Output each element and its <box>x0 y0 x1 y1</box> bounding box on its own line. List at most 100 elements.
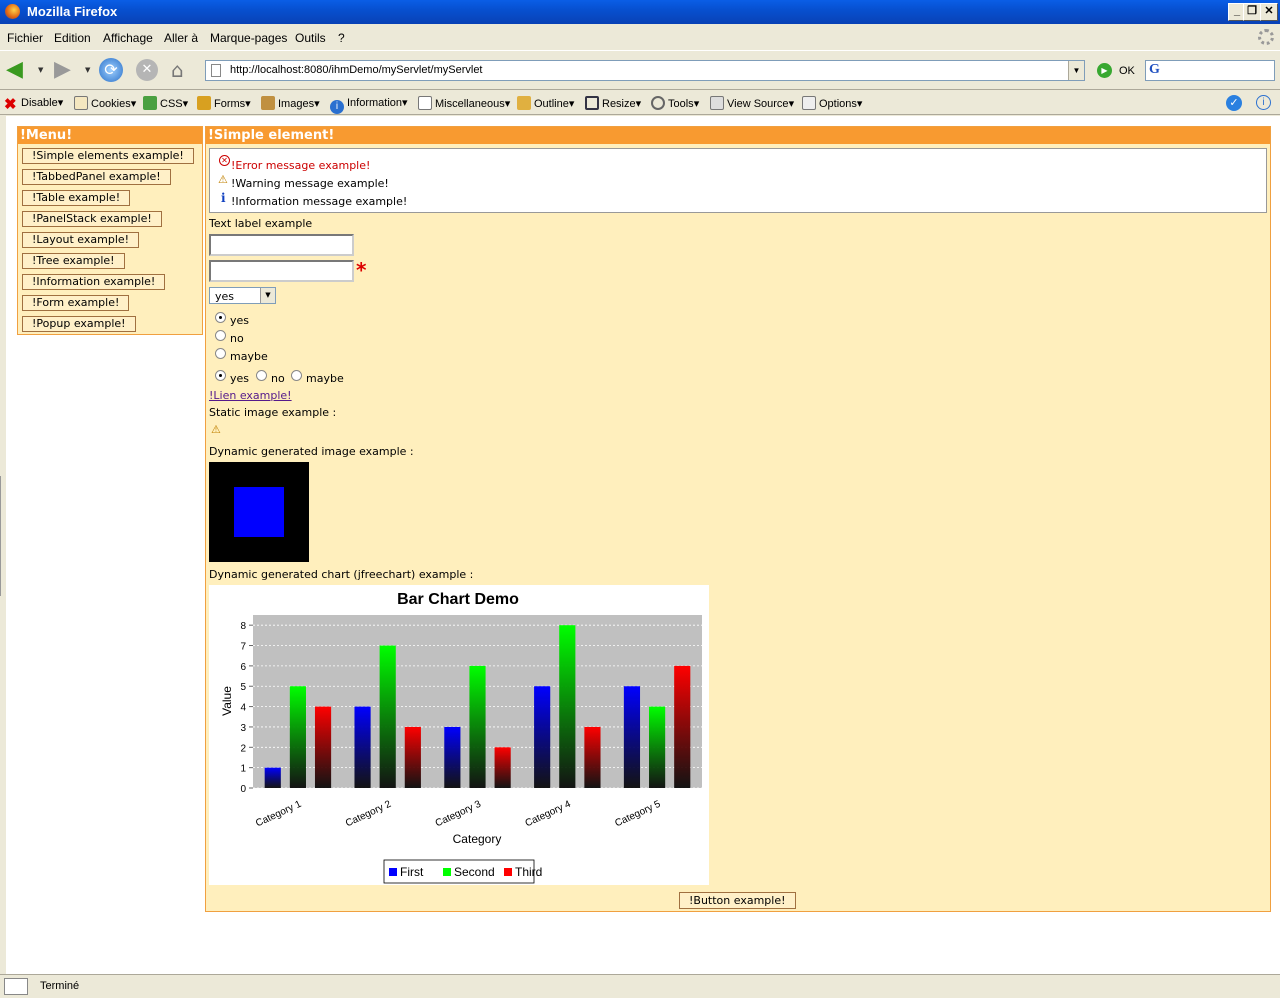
messages-box: ✕ !Error message example! ⚠ !Warning mes… <box>209 148 1267 213</box>
wd-tools[interactable]: Tools▾ <box>651 96 699 110</box>
y-tick-label: 6 <box>240 662 246 673</box>
close-button[interactable]: ✕ <box>1260 3 1278 21</box>
menu-item-form[interactable]: !Form example! <box>22 295 130 311</box>
radio-v-no[interactable] <box>215 330 226 341</box>
bar-second-1 <box>289 686 306 788</box>
wd-tools-label: Tools <box>668 98 694 110</box>
throbber-icon <box>1258 29 1274 45</box>
maximize-button[interactable]: ❐ <box>1243 3 1261 21</box>
wd-resize[interactable]: Resize▾ <box>585 96 641 110</box>
wd-cookies[interactable]: Cookies▾ <box>74 96 136 110</box>
radio-h-yes[interactable] <box>215 370 226 381</box>
menu-item-tree[interactable]: !Tree example! <box>22 253 125 269</box>
wd-view-source[interactable]: View Source▾ <box>710 96 794 110</box>
y-tick-label: 0 <box>240 784 246 795</box>
wd-forms[interactable]: Forms▾ <box>197 96 251 110</box>
forward-arrow-icon[interactable]: ▶ <box>54 59 71 81</box>
wd-resize-label: Resize <box>602 98 636 110</box>
select-arrow-icon: ▼ <box>260 288 275 303</box>
yes-no-select[interactable]: yes ▼ <box>209 287 276 304</box>
radio-h-maybe[interactable] <box>291 370 302 381</box>
bar-chart: Bar Chart Demo 012345678 Category 1 Categ… <box>209 585 709 885</box>
back-arrow-icon[interactable]: ◀ <box>6 59 23 81</box>
forward-dropdown-icon[interactable]: ▼ <box>85 66 90 74</box>
wd-images[interactable]: Images▾ <box>261 96 320 110</box>
menu-item-popup[interactable]: !Popup example! <box>22 316 136 332</box>
page-icon <box>211 64 221 77</box>
home-icon[interactable]: ⌂ <box>171 59 195 81</box>
menu-bar: Fichier Edition Affichage Aller à Marque… <box>0 24 1280 50</box>
menu-item-simple-elements[interactable]: !Simple elements example! <box>22 148 194 164</box>
wd-options-label: Options <box>819 98 857 110</box>
menu-item-tabbedpanel[interactable]: !TabbedPanel example! <box>22 169 171 185</box>
menu-edition[interactable]: Edition <box>54 31 91 45</box>
url-dropdown-icon[interactable]: ▼ <box>1068 61 1084 80</box>
y-tick-label: 2 <box>240 743 246 754</box>
validate-check-icon[interactable]: ✓ <box>1226 95 1242 111</box>
menu-aller[interactable]: Aller à <box>164 31 198 45</box>
bar-first-3 <box>444 726 461 788</box>
radio-v-maybe[interactable] <box>215 348 226 359</box>
menu-help[interactable]: ? <box>338 31 345 45</box>
back-dropdown-icon[interactable]: ▼ <box>38 66 43 74</box>
wd-disable[interactable]: ✖ Disable▾ <box>4 96 63 112</box>
menu-item-information[interactable]: !Information example! <box>22 274 166 290</box>
info-icon: i <box>221 191 226 205</box>
go-button[interactable]: OK <box>1119 65 1135 77</box>
radio-v-yes[interactable] <box>215 312 226 323</box>
menu-item-table[interactable]: !Table example! <box>22 190 131 206</box>
radio-v-yes-label: yes <box>230 314 250 327</box>
bar-third-5 <box>674 665 691 788</box>
clipboard-icon <box>710 96 724 110</box>
bar-first-5 <box>623 686 641 788</box>
about-info-icon[interactable]: i <box>1256 95 1271 110</box>
main-panel-title: !Simple element! <box>206 127 1270 144</box>
search-box[interactable]: G <box>1145 60 1275 81</box>
menu-item-panelstack[interactable]: !PanelStack example! <box>22 211 162 227</box>
pencil-icon <box>517 96 531 110</box>
bar-third-3 <box>494 747 511 788</box>
wd-outline[interactable]: Outline▾ <box>517 96 574 110</box>
menu-fichier[interactable]: Fichier <box>7 31 43 45</box>
y-tick-label: 7 <box>240 642 246 653</box>
url-bar[interactable]: http://localhost:8080/ihmDemo/myServlet/… <box>205 60 1085 81</box>
stop-icon[interactable]: ✕ <box>136 59 158 81</box>
wd-css[interactable]: CSS▾ <box>143 96 188 110</box>
required-text-input[interactable] <box>209 260 354 282</box>
wd-disable-label: Disable <box>21 97 58 109</box>
x-axis-label: Category <box>453 832 502 846</box>
text-label: Text label example <box>209 217 313 230</box>
wd-options[interactable]: Options▾ <box>802 96 862 110</box>
wd-misc[interactable]: Miscellaneous▾ <box>418 96 510 110</box>
bar-first-1 <box>264 767 281 788</box>
reload-icon[interactable]: ⟳ <box>99 58 123 82</box>
radio-v-maybe-label: maybe <box>230 350 268 363</box>
go-icon[interactable]: ▶ <box>1097 63 1112 78</box>
wd-information-label: Information <box>347 97 403 109</box>
menu-item-layout[interactable]: !Layout example! <box>22 232 140 248</box>
example-link[interactable]: !Lien example! <box>209 389 292 402</box>
static-warning-icon: ⚠ <box>211 423 221 436</box>
bar-second-4 <box>559 625 576 788</box>
url-text: http://localhost:8080/ihmDemo/myServlet/… <box>230 64 483 76</box>
example-button[interactable]: !Button example! <box>679 892 796 909</box>
radio-h-maybe-label: maybe <box>306 372 344 385</box>
legend-swatch <box>443 868 451 876</box>
text-input[interactable] <box>209 234 354 256</box>
warning-message: !Warning message example! <box>231 177 389 190</box>
menu-marque-pages[interactable]: Marque-pages <box>210 31 287 45</box>
menu-outils[interactable]: Outils <box>295 31 326 45</box>
sidebar-grip-icon[interactable] <box>0 476 6 596</box>
legend-label: First <box>400 865 424 879</box>
status-text: Terminé <box>40 980 80 992</box>
y-tick-label: 4 <box>240 703 246 714</box>
bar-second-2 <box>379 645 396 788</box>
dynamic-image-blue-square <box>234 487 284 537</box>
wd-information[interactable]: i Information▾ <box>330 96 408 114</box>
cookie-icon <box>74 96 88 110</box>
css-icon <box>143 96 157 110</box>
radio-h-no[interactable] <box>256 370 267 381</box>
menu-affichage[interactable]: Affichage <box>103 31 153 45</box>
gear-icon <box>651 96 665 110</box>
legend-label: Second <box>454 865 495 879</box>
